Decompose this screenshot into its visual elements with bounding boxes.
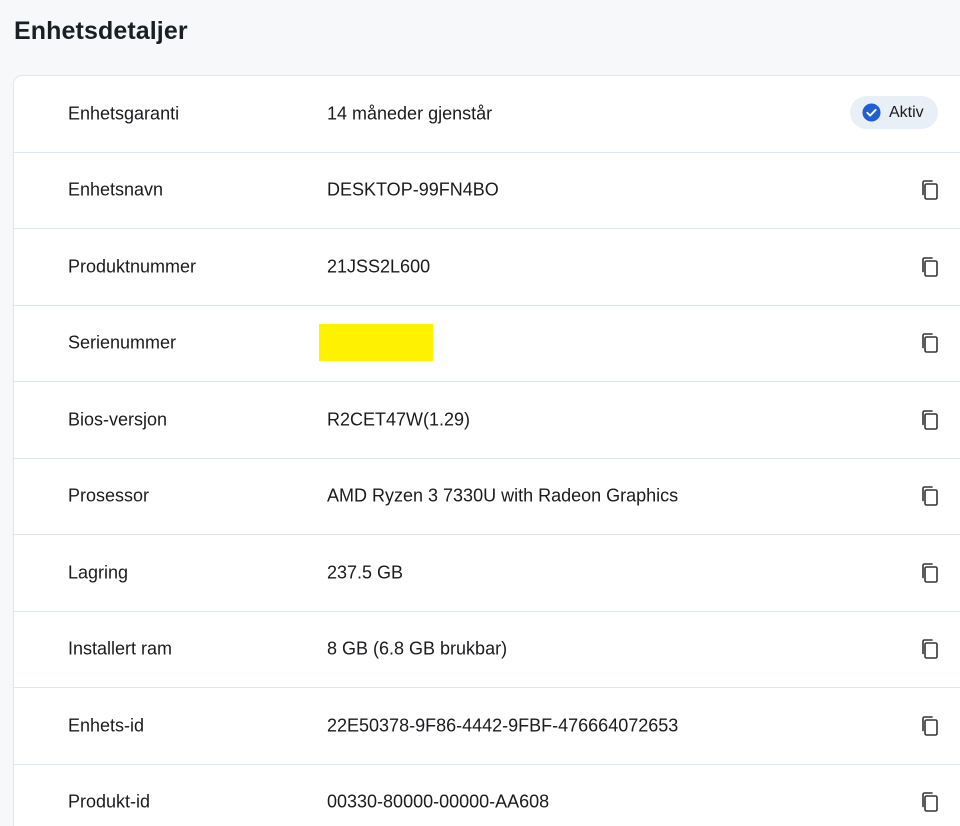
check-circle-icon xyxy=(862,103,881,122)
row-device-name: Enhetsnavn DESKTOP-99FN4BO xyxy=(14,153,960,229)
row-installed-ram: Installert ram 8 GB (6.8 GB brukbar) xyxy=(14,612,960,688)
copy-icon[interactable] xyxy=(917,407,943,433)
row-bios-version: Bios-versjon R2CET47W(1.29) xyxy=(14,382,960,459)
row-label-warranty: Enhetsgaranti xyxy=(68,103,180,124)
row-label: Bios-versjon xyxy=(68,409,168,430)
row-value: R2CET47W(1.29) xyxy=(327,409,471,430)
row-label: Lagring xyxy=(68,562,129,583)
row-label: Prosessor xyxy=(68,485,150,506)
row-serial-number: Serienummer xyxy=(14,306,960,382)
row-value-warranty: 14 måneder gjenstår xyxy=(327,103,493,124)
row-value: 00330-80000-00000-AA608 xyxy=(327,791,550,812)
device-details-card: Enhetsgaranti 14 måneder gjenstår Aktiv … xyxy=(14,76,960,826)
row-warranty: Enhetsgaranti 14 måneder gjenstår Aktiv xyxy=(14,76,960,153)
page-title: Enhetsdetaljer xyxy=(14,17,188,45)
copy-icon[interactable] xyxy=(917,713,943,739)
row-value: 8 GB (6.8 GB brukbar) xyxy=(327,638,508,659)
row-value: 22E50378-9F86-4442-9FBF-476664072653 xyxy=(327,715,679,736)
copy-icon[interactable] xyxy=(917,560,943,586)
status-badge-label: Aktiv xyxy=(889,103,924,121)
row-device-id: Enhets-id 22E50378-9F86-4442-9FBF-476664… xyxy=(14,688,960,765)
copy-icon[interactable] xyxy=(917,254,943,280)
row-label: Produktnummer xyxy=(68,256,197,277)
copy-icon[interactable] xyxy=(917,330,943,356)
row-product-number: Produktnummer 21JSS2L600 xyxy=(14,229,960,306)
row-value: AMD Ryzen 3 7330U with Radeon Graphics xyxy=(327,485,679,506)
row-value: 237.5 GB xyxy=(327,562,404,583)
redacted-value xyxy=(319,323,433,361)
row-value: DESKTOP-99FN4BO xyxy=(327,179,499,200)
row-processor: Prosessor AMD Ryzen 3 7330U with Radeon … xyxy=(14,459,960,535)
row-label: Enhetsnavn xyxy=(68,179,164,200)
copy-icon[interactable] xyxy=(917,789,943,815)
copy-icon[interactable] xyxy=(917,636,943,662)
row-label: Enhets-id xyxy=(68,715,145,736)
row-label: Serienummer xyxy=(68,332,177,353)
row-label: Installert ram xyxy=(68,638,173,659)
copy-icon[interactable] xyxy=(917,177,943,203)
row-value: 21JSS2L600 xyxy=(327,256,431,277)
copy-icon[interactable] xyxy=(917,483,943,509)
row-storage: Lagring 237.5 GB xyxy=(14,535,960,612)
status-badge: Aktiv xyxy=(850,96,938,129)
device-details-page: Enhetsdetaljer Enhetsgaranti 14 måneder … xyxy=(0,0,960,826)
row-product-id: Produkt-id 00330-80000-00000-AA608 xyxy=(14,765,960,826)
row-label: Produkt-id xyxy=(68,791,151,812)
